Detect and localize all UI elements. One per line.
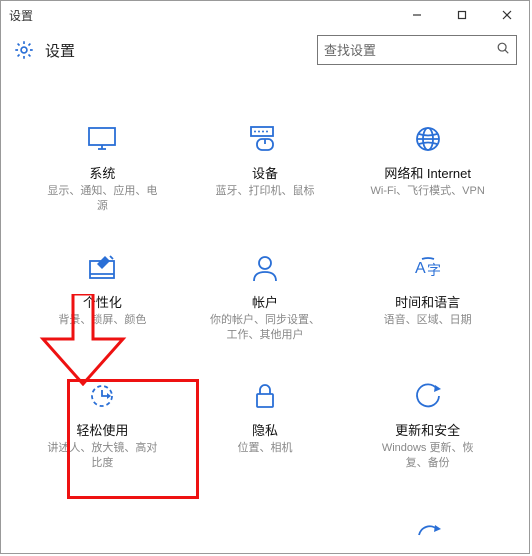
settings-gear-icon (13, 39, 35, 61)
title-bar: 设置 (1, 1, 529, 29)
tile-title: 更新和安全 (395, 420, 460, 439)
svg-text:字: 字 (427, 262, 441, 278)
annotation-highlight-box (67, 379, 199, 499)
maximize-button[interactable] (439, 1, 484, 29)
tile-time-language[interactable]: A字 时间和语言 语音、区域、日期 (346, 240, 509, 369)
settings-window: 设置 设置 (0, 0, 530, 554)
tile-desc: Windows 更新、恢 复、备份 (382, 441, 474, 471)
tile-desc: 显示、通知、应用、电 源 (47, 184, 157, 214)
window-title: 设置 (9, 7, 33, 24)
tile-desc: 你的帐户、同步设置、 工作、其他用户 (210, 313, 320, 343)
maximize-icon (457, 10, 467, 20)
tile-desc: 位置、相机 (237, 441, 292, 456)
tile-title: 系统 (89, 163, 115, 182)
tile-title: 帐户 (252, 292, 278, 311)
close-button[interactable] (484, 1, 529, 29)
search-box[interactable] (317, 35, 517, 65)
search-icon (496, 41, 510, 60)
tile-title: 设备 (252, 163, 278, 182)
annotation-arrow (33, 294, 133, 386)
header-row: 设置 (1, 29, 529, 71)
language-icon: A字 (411, 253, 445, 283)
personalization-icon (85, 253, 119, 283)
search-input[interactable] (324, 36, 492, 64)
tile-system[interactable]: 系统 显示、通知、应用、电 源 (21, 111, 184, 240)
tile-desc: 蓝牙、打印机、鼠标 (215, 184, 314, 199)
tile-desc: Wi-Fi、飞行模式、VPN (371, 184, 485, 199)
person-icon (248, 253, 282, 283)
tile-privacy[interactable]: 隐私 位置、相机 (184, 368, 347, 497)
close-icon (502, 10, 512, 20)
display-icon (85, 124, 119, 154)
minimize-button[interactable] (394, 1, 439, 29)
minimize-icon (412, 10, 422, 20)
tile-title: 时间和语言 (395, 292, 460, 311)
lock-icon (248, 381, 282, 411)
tile-desc: 语音、区域、日期 (384, 313, 472, 328)
window-controls (394, 1, 529, 29)
svg-text:A: A (415, 260, 426, 277)
tile-update-security[interactable]: 更新和安全 Windows 更新、恢 复、备份 (346, 368, 509, 497)
tile-title: 隐私 (252, 420, 278, 439)
tile-accounts[interactable]: 帐户 你的帐户、同步设置、 工作、其他用户 (184, 240, 347, 369)
devices-icon (248, 124, 282, 154)
tile-devices[interactable]: 设备 蓝牙、打印机、鼠标 (184, 111, 347, 240)
update-icon (411, 381, 445, 411)
header-title: 设置 (45, 40, 75, 61)
tile-title: 网络和 Internet (384, 163, 471, 182)
partial-refresh-icon (411, 525, 445, 548)
tile-network[interactable]: 网络和 Internet Wi-Fi、飞行模式、VPN (346, 111, 509, 240)
globe-icon (411, 124, 445, 154)
